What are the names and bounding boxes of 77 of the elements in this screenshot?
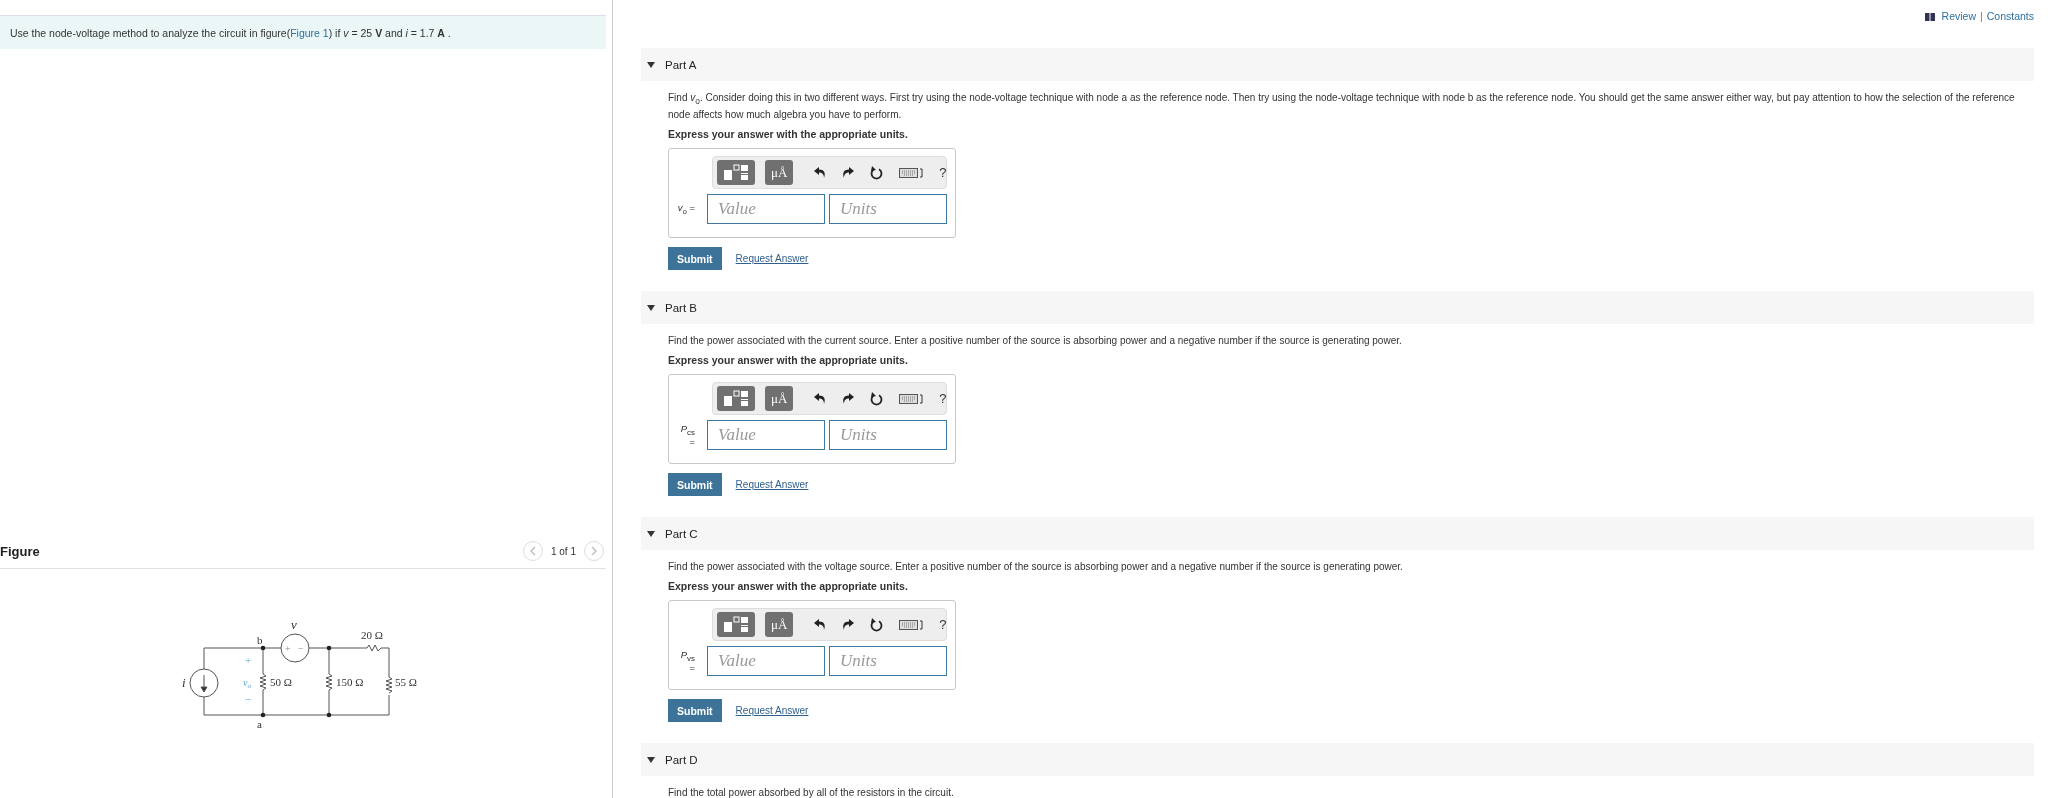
templates-icon <box>723 616 749 633</box>
units-field[interactable]: Units <box>829 646 947 676</box>
value-field[interactable]: Value <box>707 194 825 224</box>
answer-label: P$_{cs}$ = <box>679 422 696 448</box>
keyboard-icon <box>899 393 924 404</box>
instruction-text: Express your answer with the appropriate units. <box>668 580 909 593</box>
caret-icon[interactable] <box>647 304 655 311</box>
plus-sign: + <box>245 654 252 666</box>
keyboard-icon <box>899 167 924 178</box>
resistor-label: 20 Ω <box>361 629 383 641</box>
submit-button[interactable]: Submit <box>668 247 722 270</box>
templates-icon <box>723 164 749 181</box>
undo-icon <box>814 393 827 404</box>
help-button[interactable]: ? <box>936 165 950 180</box>
units-field[interactable]: Units <box>829 420 947 450</box>
redo-icon <box>842 393 855 404</box>
question-text: Find the total power absorbed by all of the resistors in the circuit. <box>668 786 955 798</box>
node-label: a <box>257 718 262 730</box>
redo-icon <box>842 619 855 630</box>
resistor-label: 150 Ω <box>336 676 364 688</box>
units-button[interactable]: μÅ <box>765 612 794 637</box>
figure-title: Figure <box>0 543 40 559</box>
question-text: Find v$_{o}$. Consider doing this in two different ways. First try using the node-voltage technique with node a as the reference node. Then try using the node-voltage technique with node b as the reference node. You should get the same answer either way, but pay attention to how the selection of the reference node affects how much algebra you have to perform. <box>668 91 2016 121</box>
caret-icon[interactable] <box>647 61 655 68</box>
submit-button[interactable]: Submit <box>668 699 722 722</box>
units-button[interactable]: μÅ <box>765 160 794 185</box>
submit-button[interactable]: Submit <box>668 473 722 496</box>
instruction-text: Express your answer with the appropriate units. <box>668 354 909 367</box>
answer-label: P$_{vs}$ = <box>679 648 696 674</box>
reset-icon <box>870 391 884 406</box>
polarity-plus: + <box>285 643 291 654</box>
instruction-text: Express your answer with the appropriate units. <box>668 128 909 141</box>
undo-icon <box>814 619 827 630</box>
reset-icon <box>870 165 884 180</box>
part-header[interactable]: Part A <box>641 48 2034 81</box>
templates-button[interactable] <box>717 386 755 411</box>
help-button[interactable]: ? <box>936 617 950 632</box>
part-header[interactable]: Part D <box>641 743 2034 776</box>
book-icon <box>1924 13 1935 21</box>
question-text: Find the power associated with the voltage source. Enter a positive number of the source is absorbing power and a negative number if the source is generating power. <box>668 560 1404 573</box>
figure-link[interactable]: Figure 1 <box>290 26 329 39</box>
templates-icon <box>723 390 749 407</box>
resistor-label: 50 Ω <box>270 676 292 688</box>
caret-icon[interactable] <box>647 530 655 537</box>
caret-icon[interactable] <box>647 756 655 763</box>
constants-link[interactable]: Constants <box>1986 10 2034 22</box>
chevron-right-icon <box>591 546 597 556</box>
voltage-label: v$_{o}$ <box>243 677 251 690</box>
request-answer-link[interactable]: Request Answer <box>735 253 809 264</box>
value-field[interactable]: Value <box>707 420 825 450</box>
question-text: Find the power associated with the current source. Enter a positive number of the source is absorbing power and a negative number if the source is generating power. <box>668 334 1403 347</box>
answer-label: v$_{o}$ = <box>677 202 696 216</box>
problem-statement: Use the node-voltage method to analyze the circuit in figure(Figure 1) if v = 25 V and i = 1.7 A . <box>10 26 451 39</box>
chevron-left-icon <box>529 546 536 556</box>
keyboard-icon <box>899 619 924 630</box>
link-separator: | <box>1980 10 1983 22</box>
polarity-minus: − <box>298 643 304 654</box>
units-field[interactable]: Units <box>829 194 947 224</box>
current-label: i <box>182 675 186 690</box>
minus-sign: − <box>245 693 252 705</box>
value-field[interactable]: Value <box>707 646 825 676</box>
units-button[interactable]: μÅ <box>765 386 794 411</box>
help-button[interactable]: ? <box>936 391 950 406</box>
request-answer-link[interactable]: Request Answer <box>735 479 809 490</box>
templates-button[interactable] <box>717 160 755 185</box>
source-voltage-label: v <box>291 617 297 632</box>
part-header[interactable]: Part B <box>641 291 2034 324</box>
redo-icon <box>842 167 855 178</box>
part-header[interactable]: Part C <box>641 517 2034 550</box>
review-link[interactable]: Review <box>1941 10 1976 22</box>
page-counter: 1 of 1 <box>550 545 576 557</box>
resistor-label: 55 Ω <box>395 676 417 688</box>
node-label: b <box>257 634 263 646</box>
templates-button[interactable] <box>717 612 755 637</box>
request-answer-link[interactable]: Request Answer <box>735 705 809 716</box>
undo-icon <box>814 167 827 178</box>
reset-icon <box>870 617 884 632</box>
